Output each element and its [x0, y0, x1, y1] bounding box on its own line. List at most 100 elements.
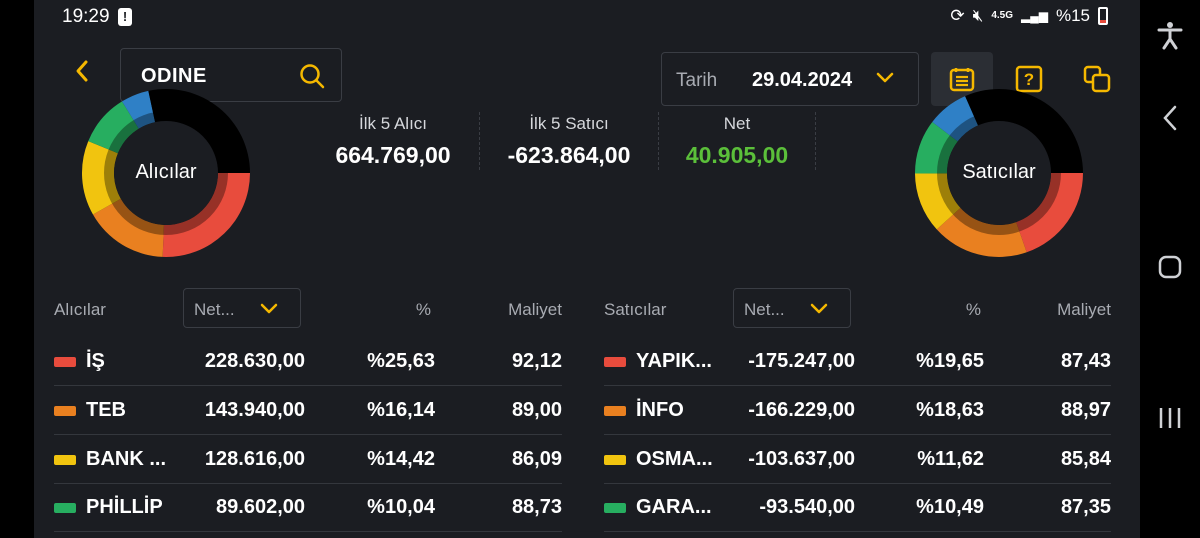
cost-value: 89,00: [511, 399, 562, 421]
sellers-donut-label: Satıcılar: [962, 161, 1036, 183]
sync-icon: ⟳: [950, 6, 965, 25]
chevron-down-icon: [876, 72, 894, 83]
color-swatch: [604, 357, 626, 367]
net-value: -93.540,00: [759, 496, 855, 518]
recents-nav-icon[interactable]: [1140, 404, 1200, 437]
table-row[interactable]: OSMA... -103.637,00 %11,62 85,84: [604, 436, 1111, 484]
table-row[interactable]: GARA... -93.540,00 %10,49 87,35: [604, 484, 1111, 532]
battery-icon: [1098, 7, 1108, 25]
color-swatch: [54, 406, 76, 416]
search-icon[interactable]: [299, 63, 325, 89]
battery-percent: %15: [1055, 6, 1090, 25]
cost-header: Maliyet: [508, 300, 562, 319]
dropdown-value: Net...: [744, 300, 785, 319]
divider: [479, 112, 480, 170]
color-swatch: [604, 503, 626, 513]
pct-value: %25,63: [367, 350, 435, 372]
sellers-table-header: Satıcılar Net... % Maliyet: [604, 288, 1111, 328]
dropdown-value: Net...: [194, 300, 235, 319]
table-row[interactable]: PHİLLİP 89.602,00 %10,04 88,73: [54, 484, 562, 532]
date-value: 29.04.2024: [752, 69, 853, 91]
summary-buyers-value: 664.769,00: [335, 142, 451, 168]
net-value: -175.247,00: [748, 350, 855, 372]
chevron-left-icon: [76, 60, 88, 82]
pct-value: %19,65: [916, 350, 984, 372]
broker-name: GARA...: [636, 496, 712, 518]
table-row[interactable]: TEB 143.940,00 %16,14 89,00: [54, 387, 562, 435]
cost-value: 87,43: [1060, 350, 1111, 372]
summary-sellers-value: -623.864,00: [507, 142, 631, 168]
summary-sellers: İlk 5 Satıcı -623.864,00: [493, 114, 645, 169]
color-swatch: [54, 503, 76, 513]
broker-name: TEB: [86, 399, 126, 421]
system-nav-bar: [1140, 0, 1200, 538]
table-row[interactable]: İNFO -166.229,00 %18,63 88,97: [604, 387, 1111, 435]
cost-value: 92,12: [511, 350, 562, 372]
cost-value: 88,97: [1060, 399, 1111, 421]
cost-header: Maliyet: [1057, 300, 1111, 319]
buyers-table-header: Alıcılar Net... % Maliyet: [54, 288, 562, 328]
net-value: 228.630,00: [204, 350, 305, 372]
svg-text:?: ?: [1024, 70, 1034, 89]
pct-header: %: [965, 300, 981, 319]
accessibility-icon[interactable]: [1140, 20, 1200, 55]
pct-header: %: [415, 300, 431, 319]
back-nav-icon[interactable]: [1140, 104, 1200, 137]
pct-value: %14,42: [367, 448, 435, 470]
net-value: -103.637,00: [748, 448, 855, 470]
cost-value: 88,73: [511, 496, 562, 518]
buyers-donut-label: Alıcılar: [135, 161, 197, 183]
home-nav-icon[interactable]: [1140, 254, 1200, 285]
broker-name: YAPIK...: [636, 350, 712, 372]
net-value: 89.602,00: [216, 496, 305, 518]
pct-value: %10,04: [367, 496, 435, 518]
pct-value: %11,62: [917, 448, 984, 470]
summary-net-label: Net: [723, 114, 751, 133]
pct-value: %18,63: [916, 399, 984, 421]
summary-sellers-label: İlk 5 Satıcı: [529, 114, 609, 133]
date-selector[interactable]: Tarih 29.04.2024: [661, 52, 919, 106]
table-row[interactable]: YAPIK... -175.247,00 %19,65 87,43: [604, 338, 1111, 386]
table-row[interactable]: BANK ... 128.616,00 %14,42 86,09: [54, 436, 562, 484]
net-value: 143.940,00: [204, 399, 305, 421]
cost-value: 87,35: [1060, 496, 1111, 518]
color-swatch: [54, 357, 76, 367]
buyers-sort-dropdown[interactable]: Net...: [183, 288, 301, 328]
color-swatch: [54, 455, 76, 465]
copy-icon: [1083, 65, 1111, 93]
status-time: 19:29: [62, 6, 110, 27]
sellers-table-title: Satıcılar: [604, 300, 667, 319]
summary-buyers-label: İlk 5 Alıcı: [358, 114, 428, 133]
pct-value: %16,14: [367, 399, 435, 421]
cost-value: 85,84: [1060, 448, 1111, 470]
table-row[interactable]: İŞ 228.630,00 %25,63 92,12: [54, 338, 562, 386]
buyers-table-title: Alıcılar: [54, 300, 106, 319]
broker-name: BANK ...: [86, 448, 166, 470]
chevron-down-icon: [260, 303, 278, 314]
back-button[interactable]: [72, 58, 98, 88]
pct-value: %10,49: [916, 496, 984, 518]
network-type: 4.5G: [991, 10, 1013, 21]
broker-name: PHİLLİP: [86, 496, 163, 518]
signal-icon: ▂▄▆: [1021, 9, 1048, 23]
summary-buyers: İlk 5 Alıcı 664.769,00: [318, 114, 468, 169]
chevron-down-icon: [810, 303, 828, 314]
broker-name: OSMA...: [636, 448, 713, 470]
mute-icon: 🔇︎: [972, 6, 984, 25]
divider: [658, 112, 659, 170]
status-icons: ⟳ 🔇︎ 4.5G ▂▄▆ %15: [950, 6, 1108, 26]
date-label: Tarih: [676, 70, 718, 91]
sellers-sort-dropdown[interactable]: Net...: [733, 288, 851, 328]
broker-name: İNFO: [636, 399, 684, 421]
cost-value: 86,09: [511, 448, 562, 470]
color-swatch: [604, 455, 626, 465]
color-swatch: [604, 406, 626, 416]
net-value: 128.616,00: [204, 448, 305, 470]
search-input[interactable]: ODINE: [141, 65, 207, 88]
alert-icon: !: [118, 8, 132, 26]
divider: [815, 112, 816, 170]
broker-name: İŞ: [86, 350, 105, 372]
summary-net: Net 40.905,00: [670, 114, 804, 169]
net-value: -166.229,00: [748, 399, 855, 421]
summary-net-value: 40.905,00: [685, 142, 789, 168]
